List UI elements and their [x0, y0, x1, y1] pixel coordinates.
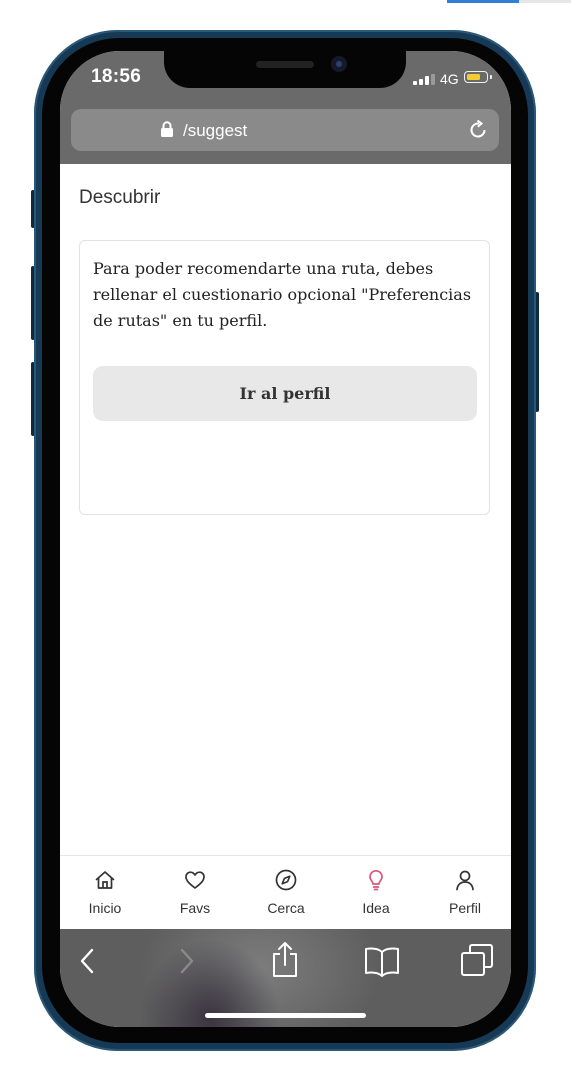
tab-favs[interactable]: Favs	[150, 856, 240, 930]
window-tab-indicator	[519, 0, 571, 3]
page-title: Descubrir	[79, 187, 161, 208]
bookmarks-icon[interactable]	[364, 945, 400, 977]
browser-toolbar	[60, 929, 511, 1027]
tab-cerca[interactable]: Cerca	[241, 856, 331, 930]
reload-icon[interactable]	[467, 119, 489, 141]
tab-label-favs: Favs	[179, 900, 211, 916]
go-to-profile-button[interactable]: Ir al perfil	[93, 366, 477, 421]
status-time: 18:56	[91, 66, 142, 87]
forward-icon	[180, 948, 194, 974]
home-icon	[95, 871, 115, 889]
share-icon[interactable]	[270, 941, 300, 979]
status-bar: 18:56 4G /suggest	[60, 51, 511, 164]
recommendation-message: Para poder recomendarte una ruta, debes …	[93, 259, 472, 330]
tabs-icon[interactable]	[460, 943, 494, 977]
address-url: /suggest	[183, 121, 248, 140]
user-icon	[456, 870, 474, 891]
tab-label-cerca: Cerca	[267, 900, 305, 916]
lock-icon	[161, 121, 173, 137]
heart-icon	[185, 871, 205, 889]
bottom-tab-bar: Inicio Favs Cerca Idea Perfil	[60, 855, 511, 929]
tab-label-perfil: Perfil	[449, 900, 481, 916]
battery-icon	[464, 71, 488, 83]
back-icon[interactable]	[76, 945, 100, 977]
recommendation-card: Para poder recomendarte una ruta, debes …	[79, 240, 490, 515]
signal-icon	[413, 74, 435, 85]
tab-perfil[interactable]: Perfil	[420, 856, 510, 930]
lightbulb-icon	[369, 869, 383, 891]
network-type: 4G	[440, 71, 459, 87]
battery-tip	[490, 75, 492, 79]
window-tab-active-indicator	[447, 0, 519, 3]
home-indicator	[205, 1013, 366, 1018]
notch	[164, 51, 406, 88]
compass-icon	[275, 869, 297, 891]
front-camera	[331, 56, 347, 72]
tab-idea[interactable]: Idea	[331, 856, 421, 930]
speaker-grille	[256, 61, 314, 68]
tab-label-idea: Idea	[362, 900, 390, 916]
tab-label-inicio: Inicio	[88, 900, 122, 916]
tab-inicio[interactable]: Inicio	[60, 856, 150, 930]
address-bar[interactable]: /suggest	[71, 109, 499, 151]
phone-screen: 18:56 4G /suggest Descubrir Para poder r…	[60, 51, 511, 1027]
page-content: Descubrir Para poder recomendarte una ru…	[60, 164, 511, 855]
